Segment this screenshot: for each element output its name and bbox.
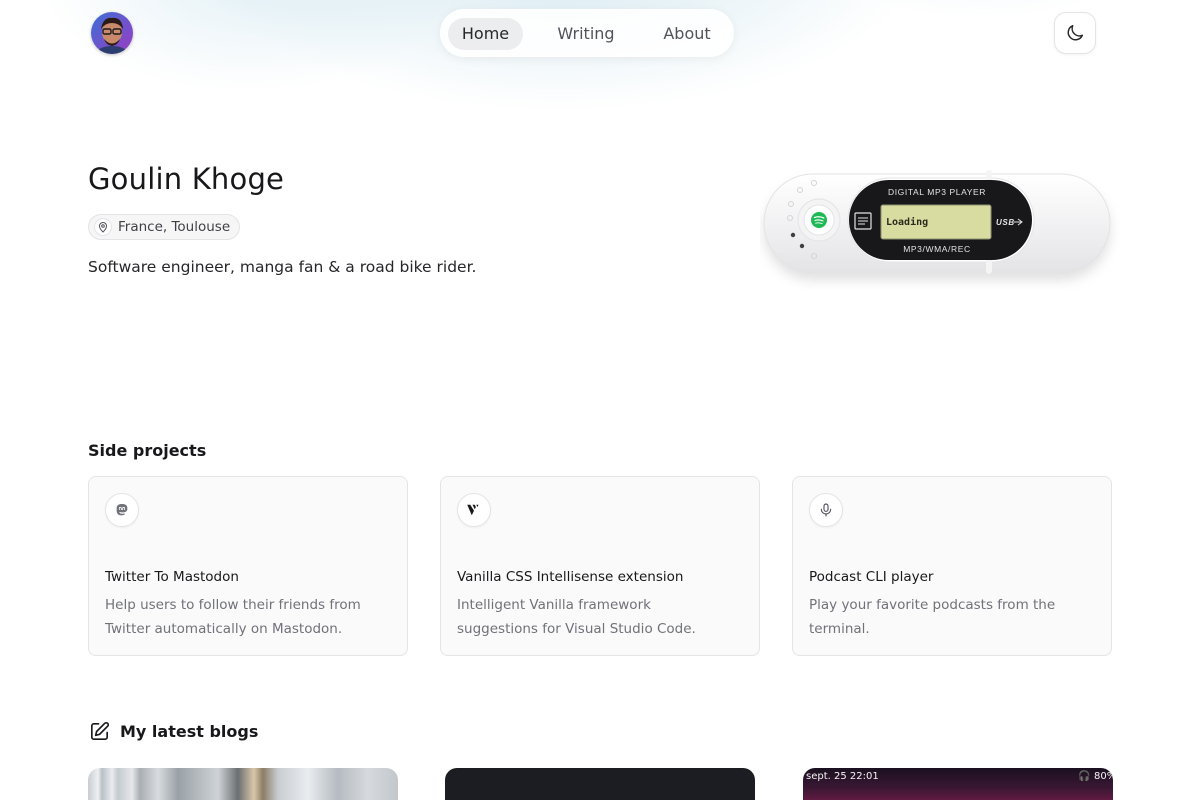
thumbnail-status-battery: 80% [1094,771,1113,782]
project-card-twitter-to-mastodon[interactable]: Twitter To Mastodon Help users to follow… [88,476,408,656]
blog-thumbnail-3[interactable]: sept. 25 22:01 🎧 80% [803,768,1113,800]
vanilla-css-icon [457,493,491,527]
bio-text: Software engineer, manga fan & a road bi… [88,258,477,276]
headphones-icon: 🎧 [1078,771,1091,782]
nav-writing[interactable]: Writing [545,18,627,50]
microphone-icon [809,493,843,527]
mp3-player-widget[interactable]: DIGITAL MP3 PLAYER MP3/WMA/REC Loading U… [760,160,1120,290]
pencil-square-icon [91,722,109,740]
project-description: Help users to follow their friends from … [105,597,361,637]
location-text: France, Toulouse [118,219,231,235]
mastodon-icon [105,493,139,527]
spotify-icon [811,212,827,228]
moon-icon [1067,24,1084,41]
blogs-heading: My latest blogs [88,720,258,743]
side-projects-heading: Side projects [88,441,207,460]
page-title: Goulin Khoge [88,162,285,196]
thumbnail-status-time: sept. 25 22:01 [806,771,879,782]
project-title: Podcast CLI player [809,569,934,585]
project-description: Play your favorite podcasts from the ter… [809,597,1056,637]
main-nav: Home Writing About [440,9,734,57]
nav-about[interactable]: About [650,18,724,50]
svg-text:USB: USB [996,218,1015,227]
avatar[interactable] [91,12,133,54]
blog-thumbnail-2[interactable] [445,768,755,800]
player-bottom-label: MP3/WMA/REC [903,244,971,254]
project-title: Twitter To Mastodon [105,569,239,585]
player-top-label: DIGITAL MP3 PLAYER [888,187,986,197]
nav-home[interactable]: Home [448,18,523,50]
project-card-podcast-cli[interactable]: Podcast CLI player Play your favorite po… [792,476,1112,656]
player-screen-text: Loading [886,216,928,228]
blogs-title: My latest blogs [120,722,259,741]
project-description: Intelligent Vanilla framework suggestion… [457,597,696,637]
theme-toggle-button[interactable] [1054,12,1096,54]
map-pin-icon [94,218,112,236]
project-title: Vanilla CSS Intellisense extension [457,569,684,585]
project-card-vanilla-css[interactable]: Vanilla CSS Intellisense extension Intel… [440,476,760,656]
blog-thumbnail-1[interactable] [88,768,398,800]
location-badge: France, Toulouse [88,214,241,240]
